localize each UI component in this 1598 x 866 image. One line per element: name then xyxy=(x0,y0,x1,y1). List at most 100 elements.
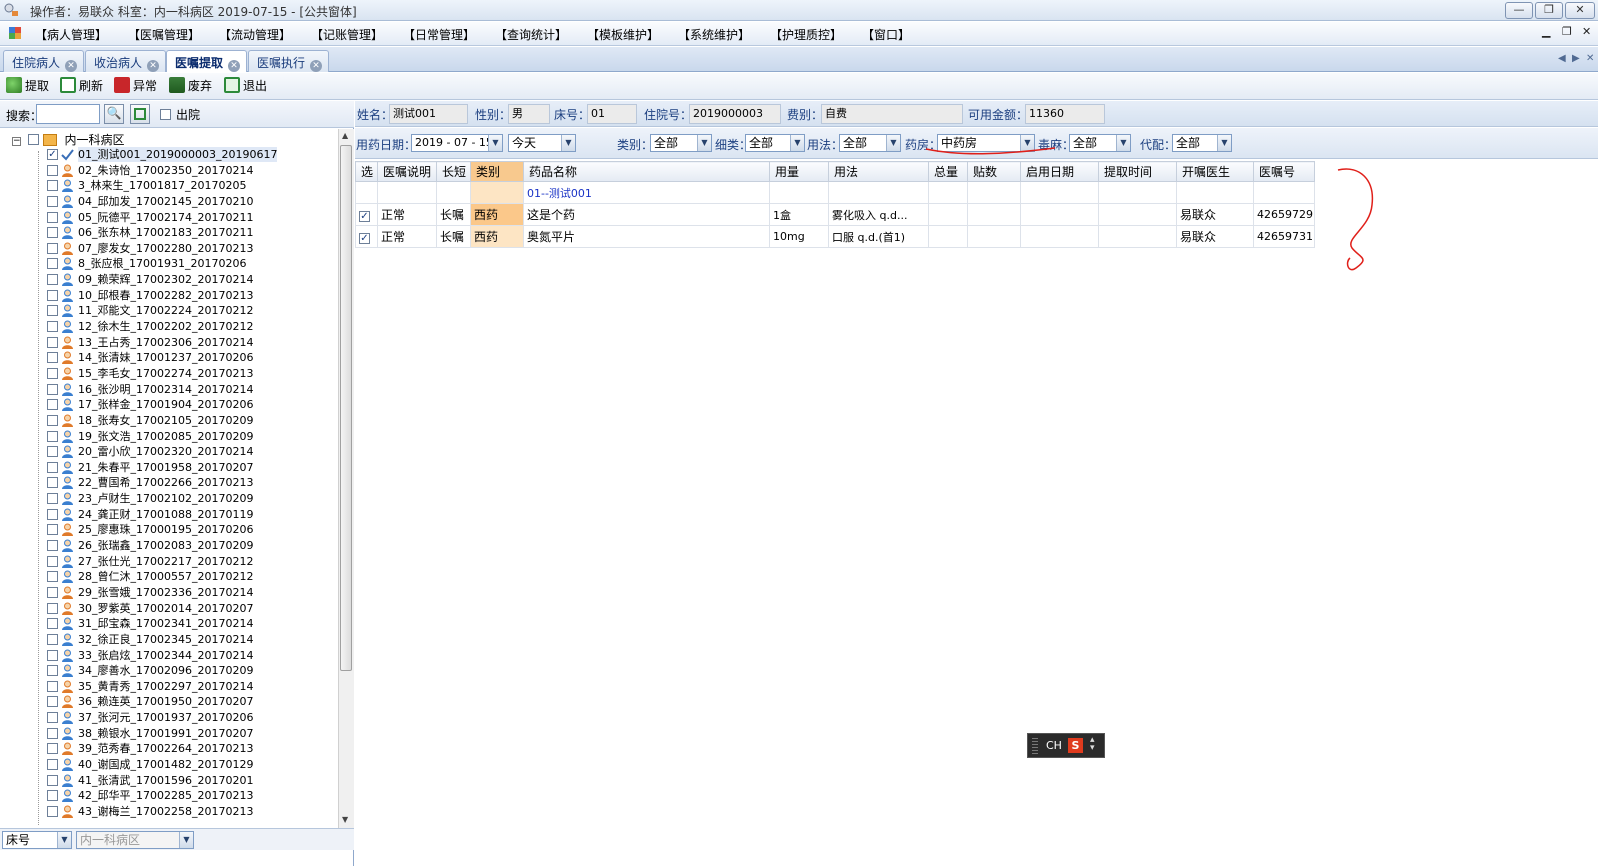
patient-checkbox[interactable] xyxy=(47,805,58,817)
patient-checkbox[interactable] xyxy=(47,461,58,473)
list-item[interactable]: 27_张仕光_17002217_20170212 xyxy=(0,554,338,570)
patient-checkbox[interactable] xyxy=(47,399,58,411)
list-item[interactable]: 22_曹国希_17002266_20170213 xyxy=(0,475,338,491)
menu-query[interactable]: 【查询统计】 xyxy=(495,26,567,43)
patient-checkbox[interactable] xyxy=(47,665,58,677)
list-item[interactable]: 05_阮德平_17002174_20170211 xyxy=(0,210,338,226)
ime-mode[interactable]: CH xyxy=(1046,739,1062,752)
chevron-down-icon[interactable]: ▼ xyxy=(561,135,575,151)
list-item[interactable]: 23_卢财生_17002102_20170209 xyxy=(0,491,338,507)
list-item[interactable]: ✓ 01_测试001_2019000003_20190617 xyxy=(0,147,338,163)
menu-template[interactable]: 【模板维护】 xyxy=(587,26,659,43)
exit-button[interactable]: 退出 xyxy=(224,77,267,97)
menu-daily[interactable]: 【日常管理】 xyxy=(403,26,475,43)
ward-combo[interactable]: 内一科病区 ▼ xyxy=(76,831,194,849)
patient-checkbox[interactable] xyxy=(47,618,58,630)
tab-order-extract[interactable]: 医嘱提取 ✕ xyxy=(166,50,248,72)
menu-window[interactable]: 【窗口】 xyxy=(862,26,910,43)
patient-checkbox[interactable] xyxy=(47,540,58,552)
list-item[interactable]: 3_林来生_17001817_20170205 xyxy=(0,178,338,194)
chevron-down-icon[interactable]: ▼ xyxy=(1116,135,1130,151)
patient-checkbox[interactable] xyxy=(47,242,58,254)
patient-checkbox[interactable] xyxy=(47,367,58,379)
search-input[interactable] xyxy=(36,104,100,124)
list-item[interactable]: 19_张文浩_17002085_20170209 xyxy=(0,429,338,445)
close-icon[interactable]: ✕ xyxy=(147,60,160,72)
col-usage[interactable]: 用法 xyxy=(828,161,929,182)
menu-flow[interactable]: 【流动管理】 xyxy=(219,26,291,43)
group-row[interactable]: 01--测试001 xyxy=(355,181,1315,204)
ime-toolbar[interactable]: CH S ▴ ▾ xyxy=(1027,733,1105,758)
patient-checkbox[interactable] xyxy=(47,195,58,207)
table-row[interactable]: ✓ 正常 长嘱 西药 这是个药 1盒 雾化吸入 q.d... 易联众 42659… xyxy=(355,203,1315,226)
patient-checkbox[interactable] xyxy=(47,696,58,708)
poison-combo[interactable]: 全部 ▼ xyxy=(1069,134,1131,152)
col-start-date[interactable]: 启用日期 xyxy=(1020,161,1099,182)
list-item[interactable]: 07_廖发女_17002280_20170213 xyxy=(0,241,338,257)
collapse-icon[interactable]: − xyxy=(12,137,21,146)
scroll-up-icon[interactable]: ▲ xyxy=(342,131,348,140)
list-item[interactable]: 39_范秀春_17002264_20170213 xyxy=(0,741,338,757)
tab-order-execute[interactable]: 医嘱执行 ✕ xyxy=(248,50,330,72)
patient-checkbox[interactable] xyxy=(47,712,58,724)
search-button[interactable]: 🔍 xyxy=(104,104,124,124)
tab-close-icon[interactable]: ✕ xyxy=(1586,53,1594,64)
chevron-down-icon[interactable]: ▼ xyxy=(790,135,804,151)
discharged-checkbox[interactable] xyxy=(160,108,171,122)
col-category[interactable]: 类别 xyxy=(470,161,524,182)
list-item[interactable]: 25_廖惠珠_17000195_20170206 xyxy=(0,522,338,538)
patient-checkbox[interactable] xyxy=(47,555,58,567)
pharmacy-combo[interactable]: 中药房 ▼ xyxy=(937,134,1035,152)
tab-next-icon[interactable]: ▶ xyxy=(1572,53,1580,64)
menu-patient[interactable]: 【病人管理】 xyxy=(35,26,107,43)
patient-checkbox[interactable] xyxy=(47,680,58,692)
discard-button[interactable]: 废弃 xyxy=(169,77,212,97)
day-combo[interactable]: 今天 ▼ xyxy=(508,134,576,152)
mdi-minimize-button[interactable]: ▁ xyxy=(1542,25,1550,38)
chevron-down-icon[interactable]: ▼ xyxy=(1217,135,1231,151)
list-item[interactable]: 8_张应根_17001931_20170206 xyxy=(0,256,338,272)
patient-checkbox[interactable] xyxy=(47,383,58,395)
scroll-thumb[interactable] xyxy=(340,145,352,671)
list-item[interactable]: 21_朱春平_17001958_20170207 xyxy=(0,460,338,476)
restore-button[interactable]: ❐ xyxy=(1535,2,1563,19)
patient-checkbox[interactable] xyxy=(47,430,58,442)
close-button[interactable]: ✕ xyxy=(1565,2,1595,19)
row-checkbox[interactable]: ✓ xyxy=(355,203,378,226)
patient-checkbox[interactable] xyxy=(47,774,58,786)
list-item[interactable]: 13_王占秀_17002306_20170214 xyxy=(0,335,338,351)
list-item[interactable]: 35_黄青秀_17002297_20170214 xyxy=(0,679,338,695)
patient-checkbox[interactable] xyxy=(47,289,58,301)
patient-checkbox[interactable] xyxy=(47,508,58,520)
list-item[interactable]: 34_廖善水_17002096_20170209 xyxy=(0,663,338,679)
extract-button[interactable]: 提取 xyxy=(6,77,49,97)
list-item[interactable]: 15_李毛女_17002274_20170213 xyxy=(0,366,338,382)
list-item[interactable]: 32_徐正良_17002345_20170214 xyxy=(0,632,338,648)
col-order-no[interactable]: 医嘱号 xyxy=(1253,161,1315,182)
menu-nursing[interactable]: 【护理质控】 xyxy=(770,26,842,43)
patient-checkbox[interactable] xyxy=(47,743,58,755)
chevron-down-icon[interactable]: ▼ xyxy=(1020,135,1034,151)
list-item[interactable]: 06_张东林_17002183_20170211 xyxy=(0,225,338,241)
list-item[interactable]: 12_徐木生_17002202_20170212 xyxy=(0,319,338,335)
list-item[interactable]: 17_张样金_17001904_20170206 xyxy=(0,397,338,413)
patient-checkbox[interactable] xyxy=(47,790,58,802)
chevron-down-icon[interactable]: ▼ xyxy=(57,832,71,848)
scroll-down-icon[interactable]: ▼ xyxy=(342,815,348,824)
patient-checkbox[interactable] xyxy=(47,446,58,458)
patient-checkbox[interactable] xyxy=(47,258,58,270)
list-item[interactable]: 41_张清武_17001596_20170201 xyxy=(0,773,338,789)
patient-checkbox[interactable]: ✓ xyxy=(47,149,58,160)
list-item[interactable]: 29_张雪娥_17002336_20170214 xyxy=(0,585,338,601)
table-row[interactable]: ✓ 正常 长嘱 西药 奥氮平片 10mg 口服 q.d.(首1) 易联众 426… xyxy=(355,225,1315,248)
patient-checkbox[interactable] xyxy=(47,227,58,239)
col-extract-time[interactable]: 提取时间 xyxy=(1098,161,1177,182)
patient-checkbox[interactable] xyxy=(47,571,58,583)
tab-inpatients[interactable]: 住院病人 ✕ xyxy=(3,50,85,72)
list-item[interactable]: 33_张启炫_17002344_20170214 xyxy=(0,648,338,664)
list-item[interactable]: 18_张寿女_17002105_20170209 xyxy=(0,413,338,429)
col-select[interactable]: 选 xyxy=(355,161,378,182)
col-term[interactable]: 长短 xyxy=(436,161,471,182)
list-item[interactable]: 42_邱华平_17002285_20170213 xyxy=(0,788,338,804)
close-icon[interactable]: ✕ xyxy=(228,60,241,72)
